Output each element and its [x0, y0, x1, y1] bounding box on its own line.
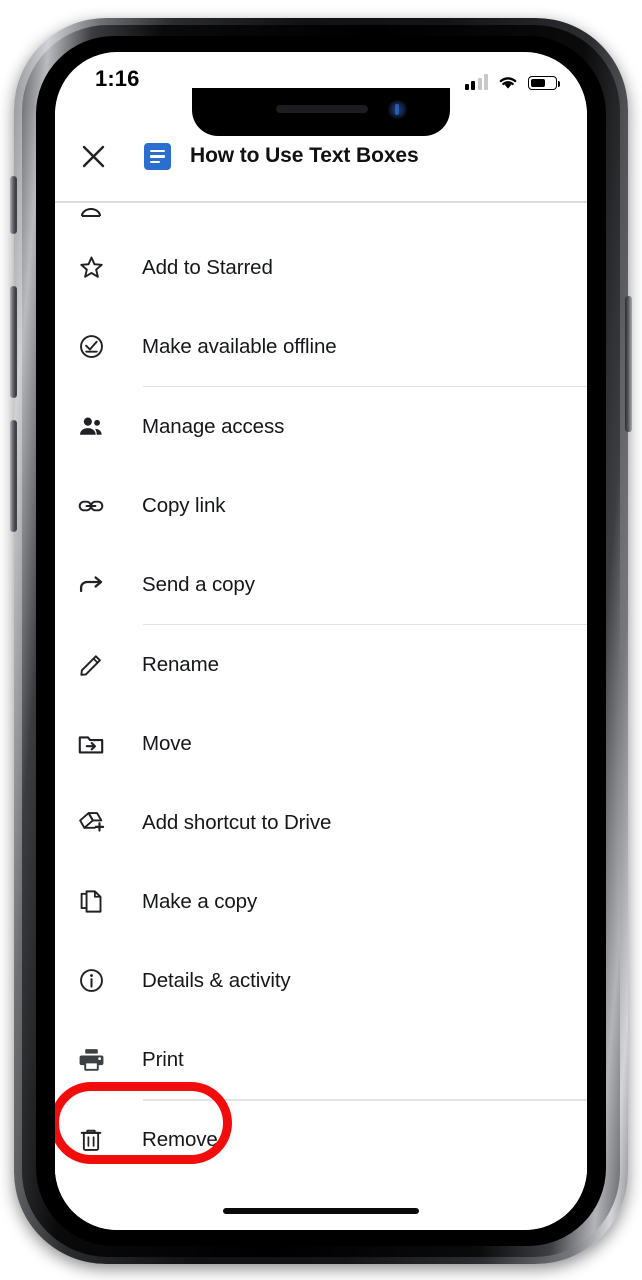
menu-item-add-shortcut-to-drive[interactable]: Add shortcut to Drive	[55, 783, 587, 863]
menu-item-label: Remove	[142, 1128, 218, 1152]
status-clock: 1:16	[95, 66, 140, 91]
menu-item-details-and-activity[interactable]: Details & activity	[55, 941, 587, 1021]
status-bar: 1:16	[55, 52, 587, 110]
menu-item-rename[interactable]: Rename	[55, 625, 587, 705]
menu-item-label: Manage access	[142, 414, 285, 438]
link-icon	[69, 484, 113, 528]
wifi-icon	[497, 74, 519, 90]
menu-item-move[interactable]: Move	[55, 704, 587, 784]
menu-item-share[interactable]: Share	[55, 202, 587, 228]
menu-item-print[interactable]: Print	[55, 1020, 587, 1100]
menu-item-label: Add to Starred	[142, 255, 273, 279]
forward-arrow-icon	[69, 563, 113, 607]
menu-item-label: Send a copy	[142, 572, 255, 596]
check-circle-icon	[69, 325, 113, 369]
menu-item-copy-link[interactable]: Copy link	[55, 466, 587, 546]
menu-item-label: Share	[142, 202, 196, 209]
home-indicator[interactable]	[223, 1208, 419, 1214]
trash-icon	[69, 1118, 113, 1162]
file-actions-menu: Share Add to Starred	[55, 202, 587, 1230]
people-icon	[69, 405, 113, 449]
menu-item-remove[interactable]: Remove	[55, 1100, 587, 1180]
menu-item-make-a-copy[interactable]: Make a copy	[55, 862, 587, 942]
status-indicators	[464, 68, 561, 90]
volume-up-button[interactable]	[10, 286, 17, 398]
power-button[interactable]	[625, 296, 632, 432]
copy-icon	[69, 880, 113, 924]
battery-icon	[528, 76, 561, 90]
menu-item-label: Print	[142, 1047, 184, 1071]
menu-item-add-to-starred[interactable]: Add to Starred	[55, 228, 587, 307]
page-title: How to Use Text Boxes	[190, 144, 419, 167]
menu-item-label: Make a copy	[142, 889, 258, 913]
mute-switch[interactable]	[10, 176, 17, 234]
menu-item-label: Details & activity	[142, 968, 291, 992]
info-circle-icon	[69, 959, 113, 1003]
menu-item-label: Make available offline	[142, 334, 337, 358]
menu-item-manage-access[interactable]: Manage access	[55, 387, 587, 467]
printer-icon	[69, 1038, 113, 1082]
screenshot-root: 1:16 How to Use Text Boxes Add to Starre…	[0, 0, 642, 1280]
star-outline-icon	[69, 246, 113, 290]
menu-item-label: Copy link	[142, 493, 226, 517]
menu-item-make-available-offline[interactable]: Make available offline	[55, 307, 587, 386]
app-bar-divider	[55, 201, 587, 203]
menu-item-send-a-copy[interactable]: Send a copy	[55, 545, 587, 625]
volume-down-button[interactable]	[10, 420, 17, 532]
drive-add-shortcut-icon	[69, 801, 113, 845]
menu-item-label: Rename	[142, 652, 219, 676]
menu-item-label: Add shortcut to Drive	[142, 810, 332, 834]
phone-screen: 1:16 How to Use Text Boxes Add to Starre…	[55, 52, 587, 1230]
menu-item-label: Move	[142, 731, 192, 755]
pencil-icon	[69, 643, 113, 687]
close-icon[interactable]	[70, 133, 116, 179]
cellular-signal-icon	[464, 74, 488, 90]
folder-move-icon	[69, 722, 113, 766]
share-icon	[69, 202, 113, 228]
google-docs-icon	[144, 142, 171, 170]
